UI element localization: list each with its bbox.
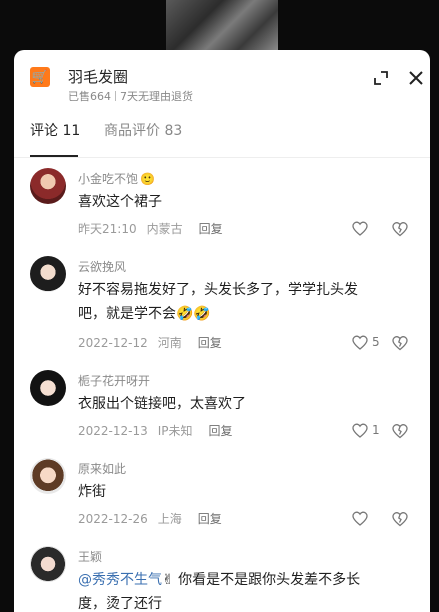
heart-icon [352, 335, 368, 350]
product-subtitle: 已售664 7天无理由退货 [68, 88, 193, 104]
avatar[interactable] [30, 458, 66, 494]
return-policy: 7天无理由退货 [120, 90, 193, 103]
comment-text-line-content: 吧，就是学不会 [78, 306, 176, 322]
close-icon[interactable] [406, 68, 426, 88]
broken-heart-icon[interactable] [392, 335, 408, 351]
avatar[interactable] [30, 370, 66, 406]
comment-username[interactable]: 云欲挽风 [78, 258, 126, 275]
comment-username[interactable]: 栀子花开呀开 [78, 372, 150, 389]
comment-username[interactable]: 王颖 [78, 548, 102, 565]
comment-time: 2022-12-13 [78, 424, 148, 438]
product-title: 羽毛发圈 [68, 68, 129, 86]
username-text: 小金吃不饱 [78, 172, 139, 186]
broken-heart-icon[interactable] [392, 221, 408, 237]
comment-text-line: @秀秀不生气✌ 你看是不是跟你头发差不多长 [78, 568, 408, 592]
avatar[interactable] [30, 256, 66, 292]
like-button[interactable]: 5 [352, 335, 380, 351]
comment-location: 河南 [157, 336, 182, 350]
avatar[interactable] [30, 168, 66, 204]
tab-comments[interactable]: 评论 11 [30, 120, 80, 140]
username-emoji: 🙂 [140, 172, 155, 186]
comment-text: 衣服出个链接吧，太喜欢了 [78, 396, 246, 412]
reply-button[interactable]: 回复 [209, 424, 233, 438]
divider [115, 91, 116, 101]
comment-text: 好不容易拖发好了，头发长多了，学学扎头发 吧，就是学不会🤣🤣 [78, 278, 408, 326]
laughing-emoji: 🤣🤣 [176, 306, 211, 322]
comment-meta: 2022-12-12 河南 回复 [78, 334, 232, 351]
mention-link[interactable]: @秀秀不生气 [78, 572, 162, 588]
comment-time: 2022-12-26 [78, 512, 148, 526]
tab-product-reviews[interactable]: 商品评价 83 [104, 120, 182, 140]
comment-time: 昨天21:10 [78, 222, 137, 236]
like-count: 5 [372, 335, 380, 349]
broken-heart-icon[interactable] [392, 511, 408, 527]
reply-button[interactable]: 回复 [199, 222, 223, 236]
tabs-divider [14, 157, 430, 158]
heart-icon [352, 423, 368, 438]
comment-location: 内蒙古 [146, 222, 183, 236]
comment-time: 2022-12-12 [78, 336, 148, 350]
heart-icon [352, 221, 368, 236]
comment-sheet: 🛒 羽毛发圈 已售664 7天无理由退货 评论 11 商品评价 83 小金吃不饱 🙂… [14, 50, 430, 612]
comment-location: 上海 [157, 512, 182, 526]
reply-button[interactable]: 回复 [198, 512, 222, 526]
comment-meta: 昨天21:10 内蒙古 回复 [78, 220, 233, 237]
product-header[interactable]: 🛒 羽毛发圈 已售664 7天无理由退货 [30, 64, 423, 104]
comment-meta: 2022-12-26 上海 回复 [78, 510, 232, 527]
comment-text: 炸街 [78, 484, 106, 500]
comment-username[interactable]: 小金吃不饱 🙂 [78, 170, 155, 187]
cart-icon: 🛒 [30, 67, 50, 87]
like-button[interactable]: 1 [352, 423, 380, 439]
comment-meta: 2022-12-13 IP未知 回复 [78, 422, 243, 439]
comment-text-line-2: 吧，就是学不会🤣🤣 [78, 302, 408, 326]
comment-text-line-2: 度，烫了还行 [78, 596, 162, 612]
comment-text: @秀秀不生气✌ 你看是不是跟你头发差不多长 度，烫了还行 [78, 568, 408, 612]
comment-text-line: 好不容易拖发好了，头发长多了，学学扎头发 [78, 282, 358, 298]
expand-icon[interactable] [372, 69, 390, 87]
video-thumbnail [166, 0, 278, 50]
broken-heart-icon[interactable] [392, 423, 408, 439]
tab-bar: 评论 11 商品评价 83 [14, 120, 430, 158]
victory-hand-emoji: ✌ [162, 572, 174, 588]
avatar[interactable] [30, 546, 66, 582]
comment-username[interactable]: 原来如此 [78, 460, 126, 477]
like-button[interactable] [352, 511, 380, 527]
reply-button[interactable]: 回复 [198, 336, 222, 350]
comment-text-content: 你看是不是跟你头发差不多长 [173, 572, 361, 588]
comment-location: IP未知 [157, 424, 193, 438]
like-count: 1 [372, 423, 380, 437]
sold-count: 已售664 [68, 90, 111, 103]
like-button[interactable] [352, 221, 380, 237]
comment-text: 喜欢这个裙子 [78, 194, 162, 210]
heart-icon [352, 511, 368, 526]
